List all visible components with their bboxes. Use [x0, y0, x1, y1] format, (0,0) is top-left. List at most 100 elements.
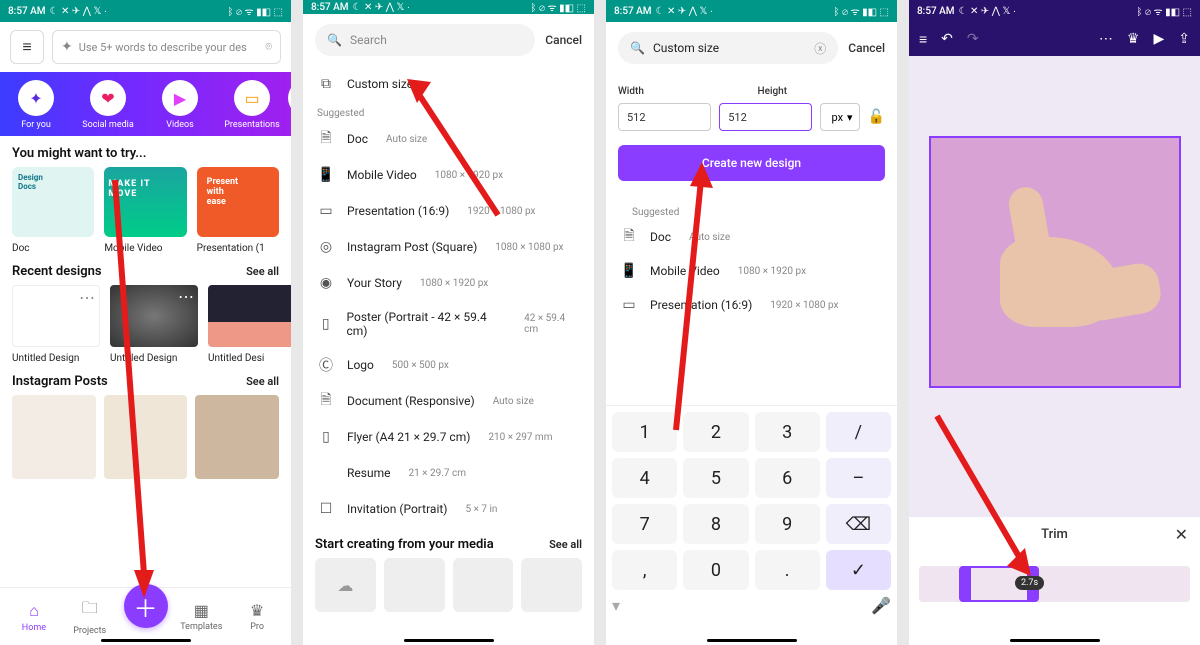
cancel-button[interactable]: Cancel — [545, 33, 582, 47]
media-item[interactable] — [453, 558, 514, 612]
share-icon[interactable]: ⇪ — [1178, 31, 1190, 47]
size-option[interactable]: ▭Presentation (16:9)1920 × 1080 px — [618, 288, 885, 322]
try-row[interactable]: DesignDocs Doc MAKE ITMOVE Mobile Video … — [0, 167, 291, 254]
try-card-doc[interactable]: DesignDocs Doc — [12, 167, 94, 254]
size-option[interactable]: ◉Your Story1080 × 1920 px — [303, 265, 594, 301]
size-option[interactable]: Resume21 × 29.7 cm — [303, 455, 594, 491]
cancel-button[interactable]: Cancel — [848, 41, 885, 55]
menu-icon[interactable]: ≡ — [919, 31, 927, 48]
nav-home[interactable]: ⌂Home — [6, 601, 62, 633]
search-input[interactable]: 🔍 Custom size ⓧ — [618, 32, 838, 64]
key-7[interactable]: 7 — [612, 504, 677, 544]
key-4[interactable]: 4 — [612, 458, 677, 498]
custom-size-option[interactable]: ⧉ Custom size — [303, 66, 594, 102]
suggested-list: 🗎DocAuto size📱Mobile Video1080 × 1920 px… — [618, 220, 885, 322]
insta-template[interactable] — [104, 395, 188, 479]
voice-input-icon[interactable]: 🎤 — [871, 596, 891, 615]
clear-icon[interactable]: ⓧ — [814, 40, 826, 57]
chip-more[interactable]: ● — [288, 80, 291, 130]
canvas[interactable] — [909, 56, 1200, 517]
size-option[interactable]: ⒸLogo500 × 500 px — [303, 347, 594, 383]
chip-presentations[interactable]: ▭Presentations — [216, 80, 288, 130]
media-row[interactable]: ☁ — [303, 558, 594, 612]
recent-card[interactable]: ⋯ Untitled Design — [110, 285, 198, 364]
trim-track[interactable]: 2.7s — [919, 566, 1190, 602]
chip-social[interactable]: ❤Social media — [72, 80, 144, 130]
category-chips[interactable]: ✦For you ❤Social media ▶Videos ▭Presenta… — [0, 72, 291, 136]
trim-handle-left[interactable] — [959, 568, 971, 600]
recent-card[interactable]: Untitled Desi — [208, 285, 291, 364]
type-icon: ☐ — [317, 500, 335, 518]
see-all-recent[interactable]: See all — [246, 265, 279, 278]
height-input[interactable]: 512 — [719, 103, 812, 131]
width-input[interactable]: 512 — [618, 103, 711, 131]
size-option[interactable]: 🗎Document (Responsive)Auto size — [303, 383, 594, 419]
key-1[interactable]: 1 — [612, 412, 677, 452]
unit-select[interactable]: px▾ — [820, 103, 859, 131]
insta-template[interactable] — [12, 395, 96, 479]
play-icon[interactable]: ▶ — [1153, 31, 1164, 47]
nav-projects[interactable]: 🗀Projects — [62, 597, 118, 636]
key-comma[interactable]: , — [612, 550, 677, 590]
size-option[interactable]: 🗎DocAuto size — [303, 121, 594, 157]
home-bar — [1010, 639, 1100, 642]
phone-search: 8:57 AM☾ ✕ ✈ ⋀ 𝕏 ∙ ᛒ ⊘ ᯤ ▮◧ ⬚ 🔍 Search C… — [303, 0, 594, 645]
selected-frame[interactable] — [929, 136, 1181, 388]
type-icon: ▭ — [317, 202, 335, 220]
key-3[interactable]: 3 — [755, 412, 820, 452]
upload-button[interactable]: ☁ — [315, 558, 376, 612]
key-6[interactable]: 6 — [755, 458, 820, 498]
see-all-insta[interactable]: See all — [246, 375, 279, 388]
key-dot[interactable]: . — [755, 550, 820, 590]
size-option[interactable]: 🗎DocAuto size — [618, 220, 885, 254]
chip-for-you[interactable]: ✦For you — [0, 80, 72, 130]
key-backspace[interactable]: ⌫ — [826, 504, 891, 544]
redo-icon[interactable]: ↷ — [967, 31, 979, 47]
menu-button[interactable]: ≡ — [10, 30, 44, 64]
size-option[interactable]: 📱Mobile Video1080 × 1920 px — [618, 254, 885, 288]
chevron-down-icon: ▾ — [847, 111, 853, 124]
size-option[interactable]: ▭Presentation (16:9)1920 × 1080 px — [303, 193, 594, 229]
size-option[interactable]: ▯Flyer (A4 21 × 29.7 cm)210 × 297 mm — [303, 419, 594, 455]
key-done[interactable]: ✓ — [826, 550, 891, 590]
size-option[interactable]: 📱Mobile Video1080 × 1920 px — [303, 157, 594, 193]
nav-templates[interactable]: ▦Templates — [173, 601, 229, 632]
chip-videos[interactable]: ▶Videos — [144, 80, 216, 130]
recent-card[interactable]: ⋯ Untitled Design — [12, 285, 100, 364]
close-icon[interactable]: ✕ — [1175, 525, 1188, 544]
key-slash[interactable]: / — [826, 412, 891, 452]
search-input[interactable]: 🔍 Search — [315, 24, 535, 56]
media-item[interactable] — [521, 558, 582, 612]
key-dash[interactable]: – — [826, 458, 891, 498]
type-icon: 🗎 — [317, 392, 335, 410]
type-icon: 🗎 — [620, 228, 638, 246]
try-card-presentation[interactable]: Presentwithease Presentation (1 — [197, 167, 279, 254]
search-input[interactable]: ✦ Use 5+ words to describe your des ⌾ — [52, 30, 281, 64]
size-option[interactable]: ▯Poster (Portrait - 42 × 59.4 cm)42 × 59… — [303, 301, 594, 347]
trim-selection[interactable]: 2.7s — [959, 566, 1039, 602]
media-item[interactable] — [384, 558, 445, 612]
key-9[interactable]: 9 — [755, 504, 820, 544]
more-icon[interactable]: ⋯ — [1099, 31, 1113, 47]
type-icon: ◎ — [317, 238, 335, 256]
recent-row[interactable]: ⋯ Untitled Design ⋯ Untitled Design Unti… — [0, 285, 291, 364]
camera-icon[interactable]: ⌾ — [265, 40, 272, 54]
key-5[interactable]: 5 — [683, 458, 748, 498]
key-8[interactable]: 8 — [683, 504, 748, 544]
insta-row[interactable] — [0, 395, 291, 479]
size-option[interactable]: ☐Invitation (Portrait)5 × 7 in — [303, 491, 594, 527]
key-2[interactable]: 2 — [683, 412, 748, 452]
lock-ratio-icon[interactable]: 🔓 — [868, 109, 885, 125]
crown-icon[interactable]: ♛ — [1127, 31, 1140, 47]
templates-icon: ▦ — [173, 601, 229, 620]
create-fab[interactable]: ＋ — [124, 584, 168, 628]
try-card-mobile-video[interactable]: MAKE ITMOVE Mobile Video — [104, 167, 186, 254]
insta-template[interactable] — [195, 395, 279, 479]
size-option[interactable]: ◎Instagram Post (Square)1080 × 1080 px — [303, 229, 594, 265]
see-all-media[interactable]: See all — [549, 538, 582, 551]
key-0[interactable]: 0 — [683, 550, 748, 590]
keyboard-switch-icon[interactable]: ▾ — [612, 596, 620, 615]
create-design-button[interactable]: Create new design — [618, 145, 885, 181]
nav-pro[interactable]: ♛Pro — [229, 601, 285, 632]
undo-icon[interactable]: ↶ — [941, 31, 953, 47]
